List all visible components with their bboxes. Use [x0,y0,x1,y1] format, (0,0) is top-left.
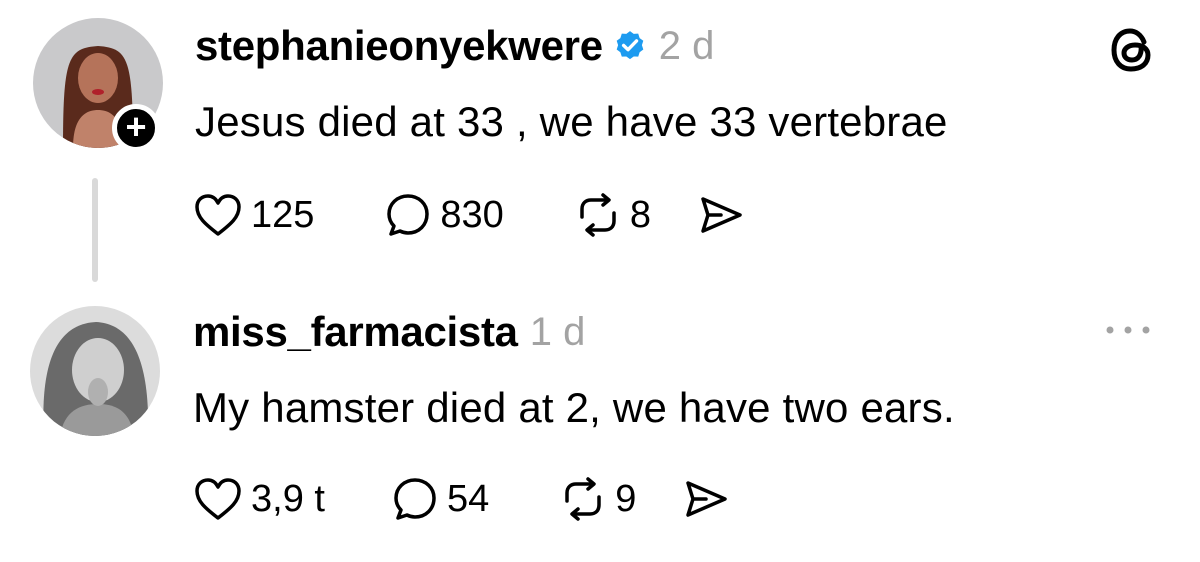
like-count: 125 [251,193,315,236]
more-options-icon[interactable] [1100,318,1156,342]
post-actions: 3,9 t 54 9 [193,474,730,524]
post-header: stephanieonyekwere 2 d [195,20,714,72]
repost-count: 9 [615,477,637,520]
comment-count: 54 [446,477,490,520]
like-button[interactable]: 3,9 t [193,476,325,522]
heart-icon [195,194,241,236]
comment-button[interactable]: 54 [391,475,489,523]
share-button[interactable] [682,475,730,523]
verified-badge-icon [616,31,644,60]
repost-button[interactable]: 9 [559,475,636,523]
share-button[interactable] [697,191,745,239]
comment-bubble-icon [394,478,436,520]
post-text: My hamster died at 2, we have two ears. [193,384,955,431]
post-time: 2 d [658,23,715,68]
comment-count: 830 [440,193,504,236]
username[interactable]: stephanieonyekwere [195,22,603,70]
like-count: 3,9 t [251,477,325,520]
heart-icon [195,478,241,520]
comment-button[interactable]: 830 [384,191,504,239]
repost-count: 8 [629,193,651,236]
post-time: 1 d [529,309,586,354]
follow-button[interactable]: + [112,104,160,152]
avatar-miss-farmacista[interactable] [30,306,160,436]
post-actions: 125 830 8 [193,190,745,240]
repost-icon [580,193,616,237]
send-icon [686,481,728,517]
like-button[interactable]: 125 [193,192,314,238]
threads-logo-icon [1111,28,1151,72]
username[interactable]: miss_farmacista [193,308,518,356]
comment-bubble-icon [387,194,430,236]
post-text: Jesus died at 33 , we have 33 vertebrae [195,98,948,145]
post-header: miss_farmacista 1 d [193,306,585,358]
thread-connector-line [92,178,98,282]
send-icon [701,197,742,233]
repost-button[interactable]: 8 [574,191,651,239]
repost-icon [565,477,601,521]
